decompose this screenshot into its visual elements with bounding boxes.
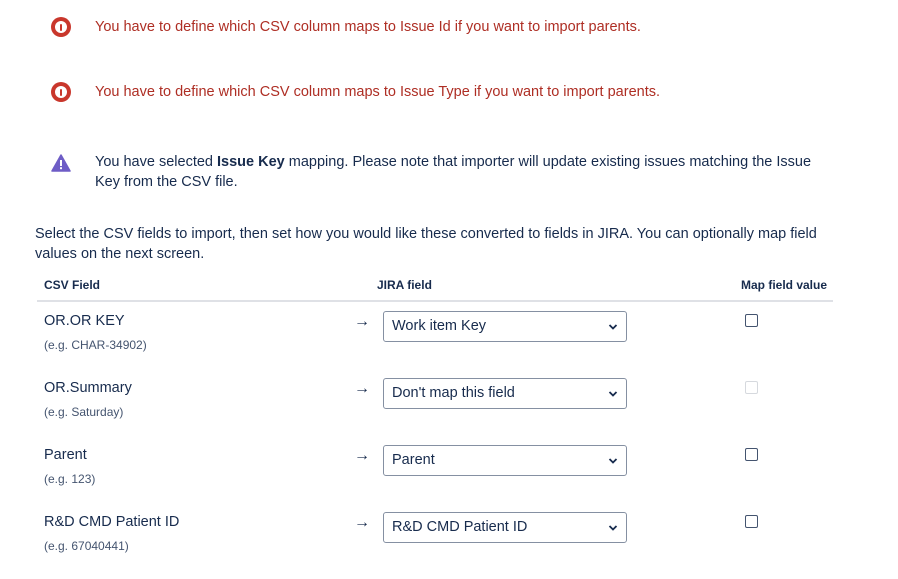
- arrow-icon: →: [354, 313, 370, 330]
- csv-field-example: (e.g. 123): [44, 472, 96, 486]
- map-field-value-checkbox: [745, 381, 758, 394]
- csv-field-name: Parent: [44, 447, 87, 463]
- jira-field-select[interactable]: R&D CMD Patient ID: [383, 512, 627, 543]
- jira-field-select[interactable]: Work item Key: [383, 311, 627, 342]
- csv-field-name: OR.Summary: [44, 380, 132, 396]
- error-message-text: You have to define which CSV column maps…: [95, 19, 641, 35]
- intro-text: Select the CSV fields to import, then se…: [35, 226, 817, 262]
- error-icon: [51, 82, 71, 102]
- error-message-text: You have to define which CSV column maps…: [95, 84, 661, 100]
- warning-bold-term: Issue Key: [217, 154, 285, 170]
- table-row: OR.OR KEY (e.g. CHAR-34902) → Work item …: [0, 311, 898, 378]
- warning-icon: [51, 154, 71, 174]
- jira-field-select[interactable]: Don't map this field: [383, 378, 627, 409]
- csv-field-name: OR.OR KEY: [44, 313, 125, 329]
- arrow-icon: →: [354, 447, 370, 464]
- header-jira-field: JIRA field: [377, 278, 432, 292]
- table-row: Parent (e.g. 123) → Parent: [0, 445, 898, 512]
- chevron-down-icon: [608, 391, 618, 397]
- chevron-down-icon: [608, 458, 618, 464]
- jira-field-selected: Parent: [392, 452, 435, 468]
- jira-field-select[interactable]: Parent: [383, 445, 627, 476]
- chevron-down-icon: [608, 525, 618, 531]
- chevron-down-icon: [608, 324, 618, 330]
- map-field-value-checkbox[interactable]: [745, 515, 758, 528]
- arrow-icon: →: [354, 380, 370, 397]
- map-field-value-checkbox[interactable]: [745, 448, 758, 461]
- csv-field-name: R&D CMD Patient ID: [44, 514, 180, 530]
- csv-field-example: (e.g. CHAR-34902): [44, 338, 147, 352]
- arrow-icon: →: [354, 514, 370, 531]
- header-map-field-value: Map field value: [741, 278, 828, 292]
- csv-field-example: (e.g. 67040441): [44, 539, 129, 553]
- header-csv-field: CSV Field: [44, 278, 101, 292]
- table-header: CSV Field JIRA field Map field value: [37, 278, 833, 302]
- warning-message-text: You have selected Issue Key mapping. Ple…: [95, 154, 812, 190]
- map-field-value-checkbox[interactable]: [745, 314, 758, 327]
- table-row: R&D CMD Patient ID (e.g. 67040441) → R&D…: [0, 512, 898, 579]
- jira-field-selected: Work item Key: [392, 318, 487, 334]
- jira-field-selected: Don't map this field: [392, 385, 515, 401]
- table-row: OR.Summary (e.g. Saturday) → Don't map t…: [0, 378, 898, 445]
- jira-field-selected: R&D CMD Patient ID: [392, 519, 528, 535]
- error-icon: [51, 17, 71, 37]
- csv-field-example: (e.g. Saturday): [44, 405, 124, 419]
